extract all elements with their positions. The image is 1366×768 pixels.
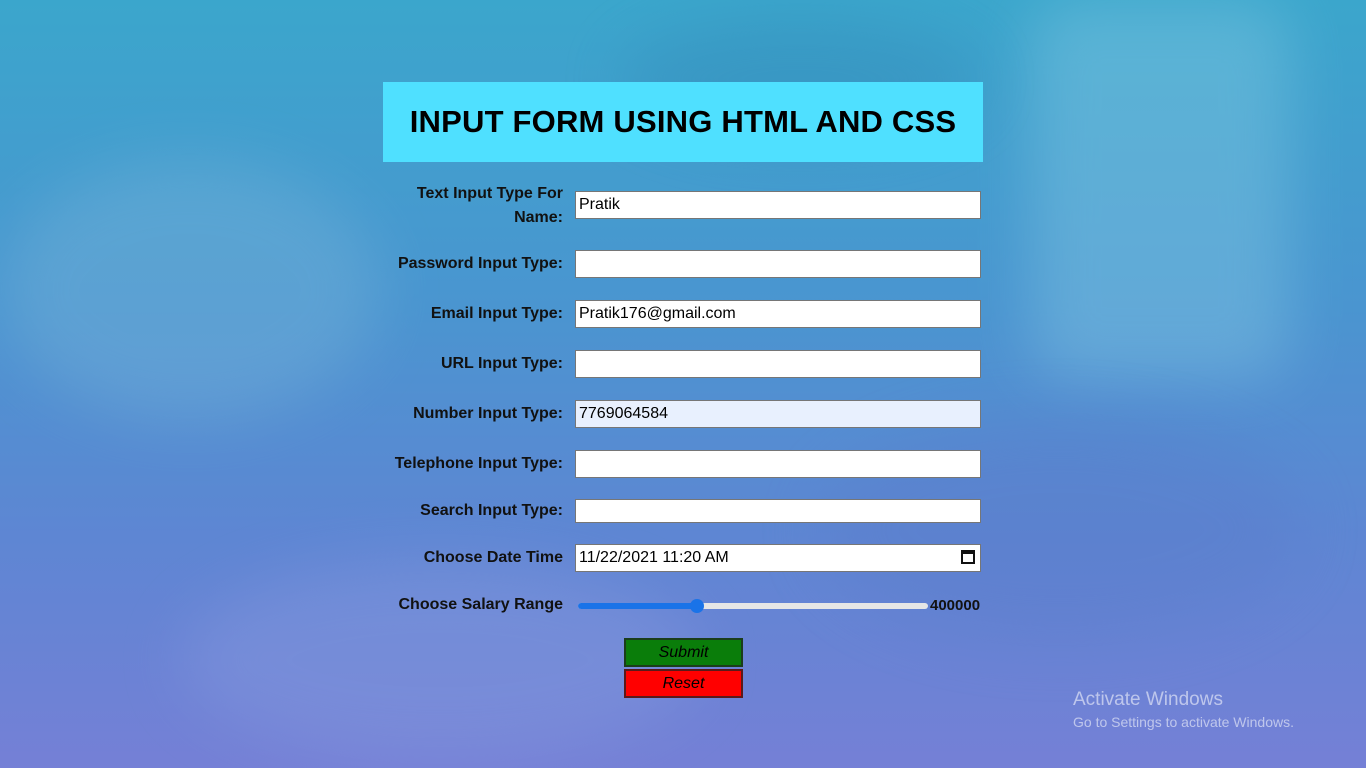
background-shape [180, 560, 700, 760]
datetime-label: Choose Date Time [423, 549, 563, 566]
url-input[interactable] [575, 350, 981, 378]
url-label: URL Input Type: [440, 355, 563, 372]
salary-slider-fill [578, 603, 697, 609]
salary-label: Choose Salary Range [398, 596, 564, 613]
submit-button[interactable]: Submit [624, 638, 743, 667]
input-form: INPUT FORM USING HTML AND CSS Text Input… [383, 82, 983, 698]
search-label: Search Input Type: [420, 502, 563, 519]
background-shape [1030, 0, 1290, 380]
email-input[interactable]: Pratik176@gmail.com [575, 300, 981, 328]
telephone-label: Telephone Input Type: [394, 455, 563, 472]
password-input[interactable] [575, 250, 981, 278]
datetime-value: 11/22/2021 11:20 AM [579, 549, 729, 566]
name-input[interactable]: Pratik [575, 191, 981, 219]
calendar-icon[interactable] [961, 550, 975, 564]
datetime-input[interactable]: 11/22/2021 11:20 AM [575, 544, 981, 572]
watermark-subtitle: Go to Settings to activate Windows. [1073, 714, 1294, 730]
telephone-input[interactable] [575, 450, 981, 478]
form-title: INPUT FORM USING HTML AND CSS [409, 104, 957, 139]
number-label: Number Input Type: [413, 405, 563, 422]
search-input[interactable] [575, 499, 981, 523]
name-label: Text Input Type For Name: [416, 185, 563, 226]
email-label: Email Input Type: [430, 305, 563, 322]
activate-windows-watermark: Activate Windows Go to Settings to activ… [1073, 689, 1294, 732]
reset-button[interactable]: Reset [624, 669, 743, 698]
background-shape [0, 160, 380, 420]
salary-slider-track[interactable] [578, 603, 928, 609]
number-input[interactable]: 7769064584 [575, 400, 981, 428]
salary-value: 400000 [930, 597, 981, 614]
password-label: Password Input Type: [397, 255, 563, 272]
form-header: INPUT FORM USING HTML AND CSS [383, 82, 983, 162]
salary-slider-thumb[interactable] [690, 599, 704, 613]
watermark-title: Activate Windows [1073, 689, 1223, 710]
